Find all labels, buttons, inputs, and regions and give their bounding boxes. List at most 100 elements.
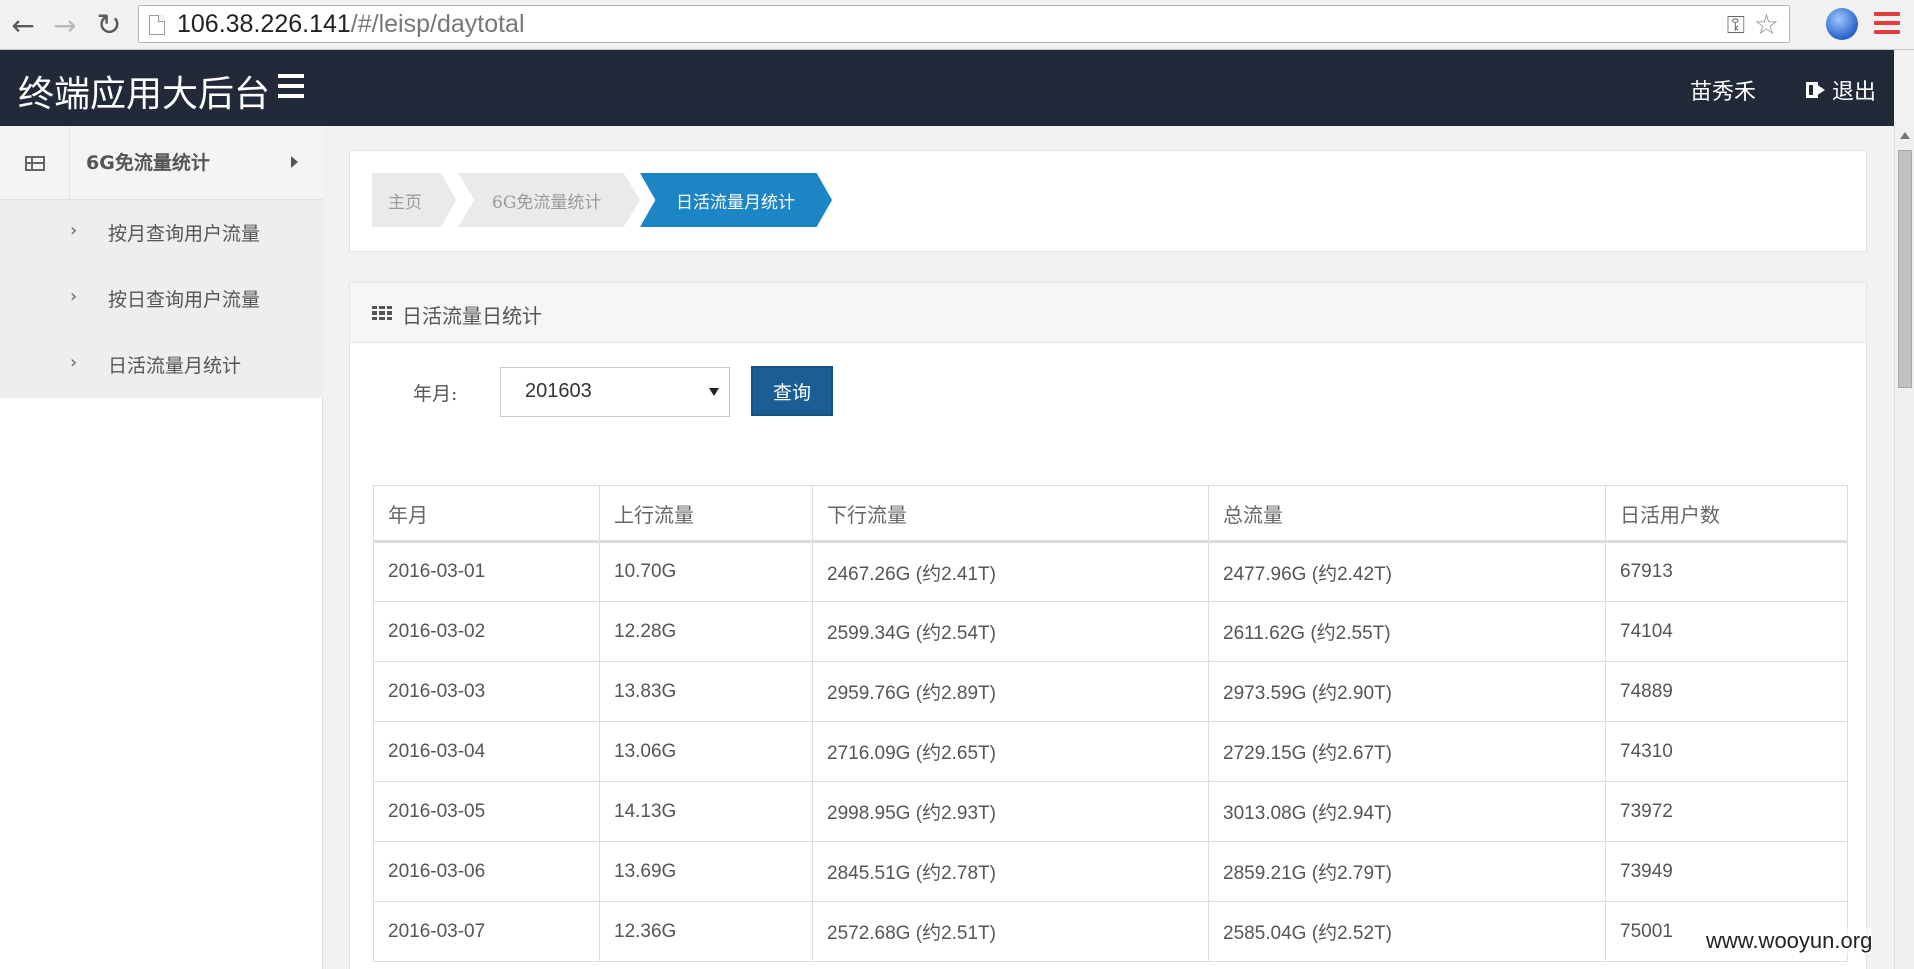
table-cell: 2729.15G (约2.67T) (1208, 721, 1606, 782)
breadcrumb-6g-stats[interactable]: 6G免流量统计 (458, 173, 640, 227)
logout-button[interactable]: 退出 (1806, 74, 1876, 106)
table-row: 2016-03-02 12.28G 2599.34G (约2.54T) 2611… (373, 601, 1848, 662)
table-row: 2016-03-01 10.70G 2467.26G (约2.41T) 2477… (373, 541, 1848, 602)
sidebar-submenu: › 按月查询用户流量 › 按日查询用户流量 › 日活流量月统计 (0, 200, 323, 398)
table-cell: 74889 (1605, 661, 1848, 722)
panel-title: 日活流量日统计 (402, 304, 542, 328)
sidebar-item-label: 日活流量月统计 (108, 355, 242, 377)
table-cell: 2016-03-07 (373, 901, 600, 962)
table-row: 2016-03-06 13.69G 2845.51G (约2.78T) 2859… (373, 841, 1848, 902)
table-cell: 2467.26G (约2.41T) (812, 541, 1209, 602)
table-cell: 73972 (1605, 781, 1848, 842)
chevron-right-icon: › (70, 286, 78, 307)
panel-header: 日活流量日统计 (350, 283, 1866, 343)
table-cell: 12.28G (599, 601, 813, 662)
query-button[interactable]: 查询 (751, 366, 833, 416)
table-cell: 3013.08G (约2.94T) (1208, 781, 1606, 842)
column-header: 下行流量 (812, 485, 1209, 543)
key-icon[interactable]: ⚿ (1727, 11, 1745, 39)
sidebar-item-label: 按月查询用户流量 (108, 223, 261, 245)
browser-menu-icon[interactable] (1874, 8, 1900, 38)
table-cell: 2477.96G (约2.42T) (1208, 541, 1606, 602)
year-month-label: 年月: (413, 383, 458, 405)
table-cell: 13.69G (599, 841, 813, 902)
logout-label: 退出 (1832, 80, 1877, 105)
address-url[interactable]: 106.38.226.141/#/leisp/daytotal (177, 10, 525, 39)
chevron-right-icon: › (70, 352, 78, 373)
scroll-up-arrow-icon[interactable] (1900, 132, 1910, 139)
table-cell: 2845.51G (约2.78T) (812, 841, 1209, 902)
caret-right-icon (291, 156, 298, 168)
stats-panel: 日活流量日统计 年月: 201603 查询 年月 上行流量 下行流量 总流量 日… (349, 282, 1867, 969)
breadcrumb: 主页 6G免流量统计 日活流量月统计 (349, 150, 1867, 252)
table-row: 2016-03-04 13.06G 2716.09G (约2.65T) 2729… (373, 721, 1848, 782)
table-cell: 74310 (1605, 721, 1848, 782)
sidebar-group-icon-cell (0, 126, 70, 200)
sidebar-item-daily-active-monthly[interactable]: › 日活流量月统计 (0, 332, 323, 396)
select-value: 201603 (525, 380, 592, 402)
table-cell: 13.06G (599, 721, 813, 782)
table-cell: 2585.04G (约2.52T) (1208, 901, 1606, 962)
table-cell: 2859.21G (约2.79T) (1208, 841, 1606, 902)
table-icon (24, 155, 45, 171)
sidebar-item-daily-user-traffic[interactable]: › 按日查询用户流量 (0, 266, 323, 330)
url-host: 106.38.226.141 (177, 10, 351, 38)
th-grid-icon (372, 306, 392, 320)
table-row: 2016-03-07 12.36G 2572.68G (约2.51T) 2585… (373, 901, 1848, 962)
sidebar-item-label: 按日查询用户流量 (108, 289, 261, 311)
table-cell: 12.36G (599, 901, 813, 962)
table-cell: 2998.95G (约2.93T) (812, 781, 1209, 842)
table-cell: 10.70G (599, 541, 813, 602)
sidebar-group-6g[interactable]: 6G免流量统计 (0, 126, 323, 200)
table-row: 2016-03-05 14.13G 2998.95G (约2.93T) 3013… (373, 781, 1848, 842)
user-name[interactable]: 苗秀禾 (1690, 74, 1756, 106)
table-cell: 2716.09G (约2.65T) (812, 721, 1209, 782)
app-title: 终端应用大后台 (18, 74, 271, 115)
bookmark-star-icon[interactable]: ☆ (1754, 8, 1779, 41)
column-header: 上行流量 (599, 485, 813, 543)
table-cell: 2016-03-06 (373, 841, 600, 902)
sidebar-group-label: 6G免流量统计 (86, 152, 210, 174)
table-cell: 13.83G (599, 661, 813, 722)
url-path: /#/leisp/daytotal (350, 10, 525, 38)
reload-icon[interactable]: ↻ (92, 8, 126, 43)
scrollbar-thumb[interactable] (1898, 150, 1912, 388)
table-cell: 2016-03-03 (373, 661, 600, 722)
table-cell: 2016-03-01 (373, 541, 600, 602)
sign-out-icon (1806, 81, 1826, 99)
sidebar-item-monthly-user-traffic[interactable]: › 按月查询用户流量 (0, 200, 323, 264)
globe-extension-icon[interactable] (1826, 8, 1858, 40)
hamburger-menu-icon[interactable] (278, 74, 304, 98)
table-cell: 14.13G (599, 781, 813, 842)
column-header: 总流量 (1208, 485, 1606, 543)
year-month-select[interactable]: 201603 (500, 367, 730, 417)
table-cell: 2611.62G (约2.55T) (1208, 601, 1606, 662)
address-bar[interactable]: 106.38.226.141/#/leisp/daytotal ⚿ ☆ (138, 5, 1790, 43)
forward-arrow-icon[interactable]: → (48, 8, 82, 42)
breadcrumb-home[interactable]: 主页 (372, 173, 456, 227)
page-scrollbar[interactable] (1894, 126, 1914, 969)
sidebar: 6G免流量统计 › 按月查询用户流量 › 按日查询用户流量 › 日活流量月统计 (0, 126, 323, 969)
table-cell: 74104 (1605, 601, 1848, 662)
table-cell: 2016-03-02 (373, 601, 600, 662)
browser-toolbar: ← → ↻ 106.38.226.141/#/leisp/daytotal ⚿ … (0, 0, 1914, 50)
page-icon (149, 15, 165, 35)
table-row: 2016-03-03 13.83G 2959.76G (约2.89T) 2973… (373, 661, 1848, 722)
dropdown-arrow-icon (709, 388, 719, 396)
table-cell: 2572.68G (约2.51T) (812, 901, 1209, 962)
daily-stats-table: 年月 上行流量 下行流量 总流量 日活用户数 2016-03-01 10.70G… (373, 485, 1848, 962)
table-cell: 2973.59G (约2.90T) (1208, 661, 1606, 722)
breadcrumb-current: 日活流量月统计 (640, 173, 832, 227)
table-header-row: 年月 上行流量 下行流量 总流量 日活用户数 (373, 485, 1848, 543)
table-cell: 2599.34G (约2.54T) (812, 601, 1209, 662)
chevron-right-icon: › (70, 220, 78, 241)
column-header: 日活用户数 (1605, 485, 1848, 543)
back-arrow-icon[interactable]: ← (6, 8, 40, 42)
table-cell: 67913 (1605, 541, 1848, 602)
watermark: www.wooyun.org (1706, 928, 1873, 954)
app-header: 终端应用大后台 苗秀禾 退出 (0, 50, 1894, 126)
table-cell: 73949 (1605, 841, 1848, 902)
column-header: 年月 (373, 485, 600, 543)
table-cell: 2016-03-05 (373, 781, 600, 842)
table-cell: 2959.76G (约2.89T) (812, 661, 1209, 722)
